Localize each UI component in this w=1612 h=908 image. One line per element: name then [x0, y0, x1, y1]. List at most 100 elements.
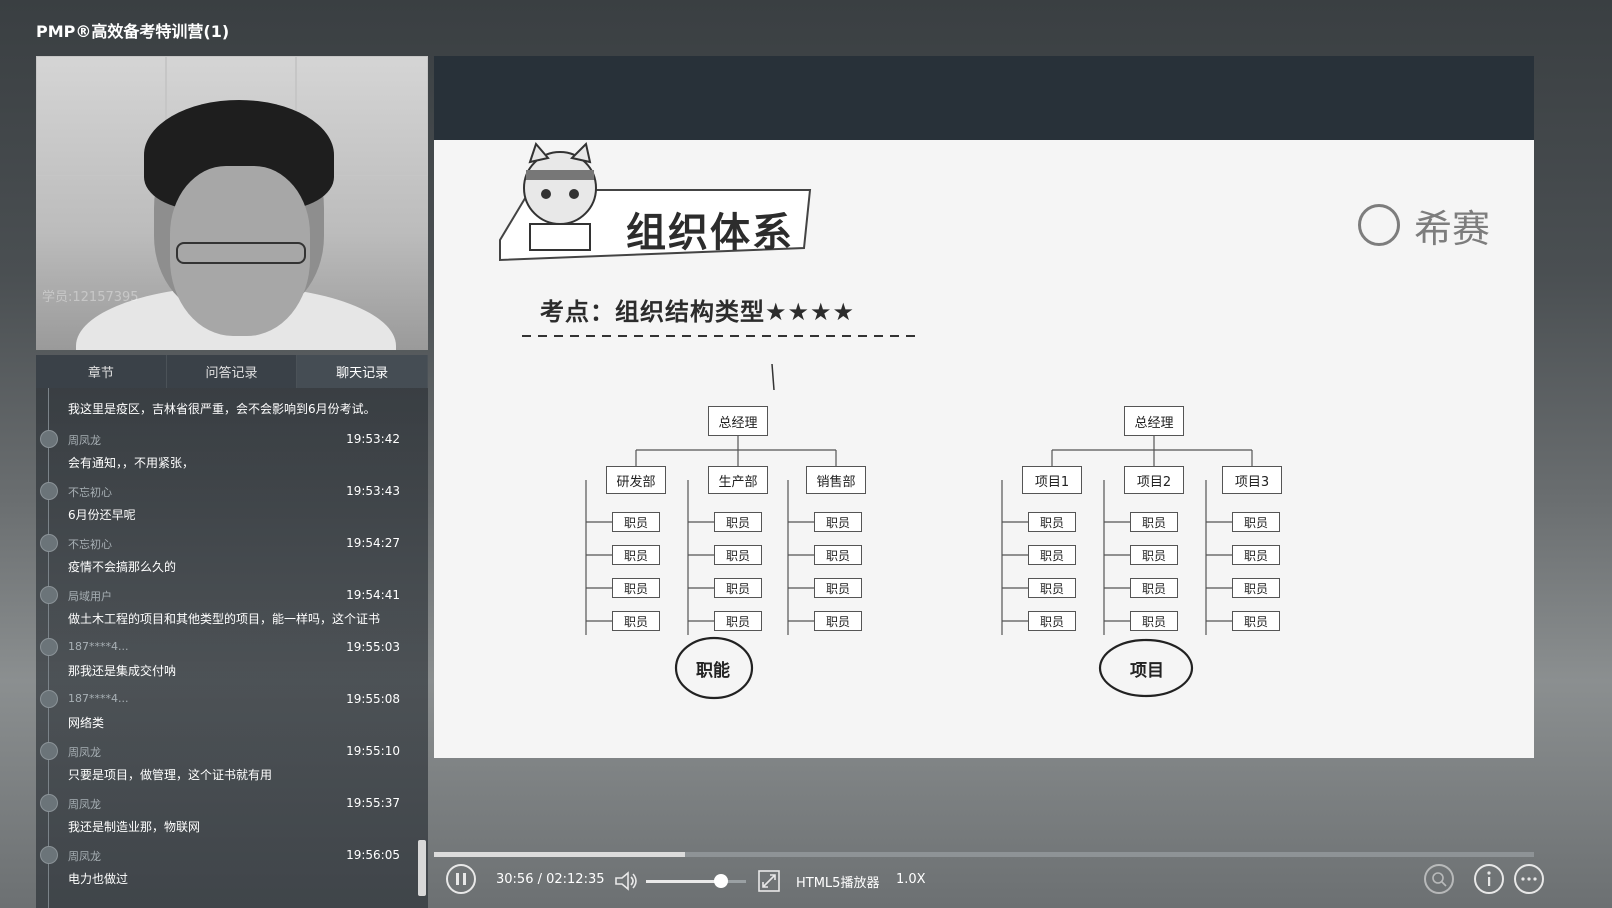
chat-time: 19:55:08: [346, 692, 400, 706]
project-dept-box: 项目3: [1222, 466, 1282, 494]
chat-message: 不忘初心 19:54:27 疫情不会搞那么久的: [36, 532, 428, 585]
chat-user: 周凤龙: [68, 798, 101, 811]
staff-box: 职员: [612, 578, 660, 598]
tab-chat-records[interactable]: 聊天记录: [297, 355, 429, 388]
staff-box: 职员: [714, 545, 762, 565]
staff-box: 职员: [612, 512, 660, 532]
chat-text: 电力也做过: [68, 872, 129, 886]
tab-chapters[interactable]: 章节: [36, 355, 167, 388]
pause-button[interactable]: [446, 864, 476, 894]
avatar: [40, 586, 58, 604]
chat-time: 19:55:03: [346, 640, 400, 654]
video-progress-bar[interactable]: [434, 852, 1534, 857]
chat-user: 187****4...: [68, 692, 129, 705]
pause-icon: [456, 873, 466, 885]
functional-dept-box: 研发部: [606, 466, 666, 494]
staff-box: 职员: [814, 578, 862, 598]
player-name: HTML5播放器: [796, 876, 880, 891]
webcam-watermark: 学员:12157395: [42, 290, 139, 305]
staff-box: 职员: [1130, 545, 1178, 565]
player-controls: 30:56 / 02:12:35 HTML5播放器 1.0X: [434, 860, 1544, 904]
functional-dept-box: 生产部: [708, 466, 768, 494]
staff-box: 职员: [1232, 611, 1280, 631]
chat-user: 187****4...: [68, 640, 129, 653]
staff-box: 职员: [1028, 545, 1076, 565]
chat-list[interactable]: 我这里是疫区，吉林省很严重，会不会影响到6月份考试。 周凤龙 19:53:42 …: [36, 388, 428, 908]
avatar: [40, 846, 58, 864]
chat-scrollbar[interactable]: [418, 840, 426, 896]
chat-time: 19:54:27: [346, 536, 400, 550]
project-root-box: 总经理: [1124, 406, 1184, 436]
staff-box: 职员: [814, 512, 862, 532]
chat-time: 19:55:10: [346, 744, 400, 758]
slide-subtitle: 考点：组织结构类型★★★★: [540, 298, 856, 326]
avatar: [40, 534, 58, 552]
volume-fill: [646, 880, 721, 883]
avatar: [40, 482, 58, 500]
chat-message: 187****4... 19:55:03 那我还是集成交付呐: [36, 636, 428, 689]
webcam-video: 学员:12157395: [36, 56, 428, 350]
search-button[interactable]: [1424, 864, 1454, 894]
staff-box: 职员: [1232, 578, 1280, 598]
project-label: 项目: [1130, 661, 1164, 681]
brand-name: 希赛: [1414, 207, 1491, 251]
tab-qa-records[interactable]: 问答记录: [166, 355, 298, 388]
functional-label: 职能: [696, 661, 730, 681]
chat-text: 那我还是集成交付呐: [68, 664, 177, 678]
chat-message: 周凤龙 19:55:37 我还是制造业那，物联网: [36, 792, 428, 845]
chat-time: 19:55:37: [346, 796, 400, 810]
chat-text: 6月份还早呢: [68, 508, 136, 522]
avatar: [40, 742, 58, 760]
chat-message: 187****4... 19:55:08 网络类: [36, 688, 428, 741]
chat-time: 19:56:05: [346, 848, 400, 862]
chat-text: 只要是项目，做管理，这个证书就有用: [68, 768, 273, 782]
chat-text: 网络类: [68, 716, 105, 730]
speaker-icon[interactable]: [614, 870, 640, 892]
chat-time: 19:54:41: [346, 588, 400, 602]
staff-box: 职员: [1028, 512, 1076, 532]
chat-text: 会有通知，，不用紧张，: [68, 456, 195, 470]
info-button[interactable]: [1474, 864, 1504, 894]
chat-message: 局域用户 19:54:41 做土木工程的项目和其他类型的项目，能一样吗，这个证书: [36, 584, 428, 637]
presentation-slide: 组织体系 考点：组织结构类型★★★★ 希赛 总经理 研发部 生产部 销售部 职员…: [434, 140, 1534, 758]
staff-box: 职员: [1130, 611, 1178, 631]
chat-user: 局域用户: [68, 590, 112, 603]
project-dept-box: 项目1: [1022, 466, 1082, 494]
playback-speed-button[interactable]: 1.0X: [896, 872, 926, 887]
chat-user: 周凤龙: [68, 434, 101, 447]
staff-box: 职员: [714, 611, 762, 631]
presenter-glasses: [176, 242, 306, 264]
fullscreen-icon[interactable]: [758, 870, 780, 892]
chat-user: 周凤龙: [68, 850, 101, 863]
staff-box: 职员: [1130, 512, 1178, 532]
chat-message: 不忘初心 19:53:43 6月份还早呢: [36, 480, 428, 533]
chat-text: 疫情不会搞那么久的: [68, 560, 177, 574]
avatar: [40, 638, 58, 656]
chat-user: 不忘初心: [68, 486, 112, 499]
functional-root-box: 总经理: [708, 406, 768, 436]
brand-logo-icon: [1358, 204, 1400, 246]
volume-slider[interactable]: [646, 874, 746, 888]
chat-time: 19:53:43: [346, 484, 400, 498]
chat-text: 我还是制造业那，物联网: [68, 820, 201, 834]
volume-knob[interactable]: [714, 874, 728, 888]
chat-text: 做土木工程的项目和其他类型的项目，能一样吗，这个证书: [68, 612, 381, 626]
staff-box: 职员: [612, 611, 660, 631]
staff-box: 职员: [1232, 512, 1280, 532]
chat-message: 周凤龙 19:55:10 只要是项目，做管理，这个证书就有用: [36, 740, 428, 793]
avatar: [40, 690, 58, 708]
chat-message: 周凤龙 19:56:05 电力也做过: [36, 844, 428, 897]
side-tabs: 章节 问答记录 聊天记录: [36, 355, 429, 388]
project-dept-box: 项目2: [1124, 466, 1184, 494]
video-progress-fill: [434, 852, 685, 857]
avatar: [40, 794, 58, 812]
staff-box: 职员: [814, 545, 862, 565]
slide-title: 组织体系: [626, 210, 794, 256]
window-title: PMP®高效备考特训营(1): [36, 22, 230, 41]
chat-time: 19:53:42: [346, 432, 400, 446]
info-icon: [1487, 871, 1491, 886]
chat-user: 不忘初心: [68, 538, 112, 551]
staff-box: 职员: [1028, 578, 1076, 598]
more-button[interactable]: [1514, 864, 1544, 894]
pen-mark: [771, 363, 775, 391]
